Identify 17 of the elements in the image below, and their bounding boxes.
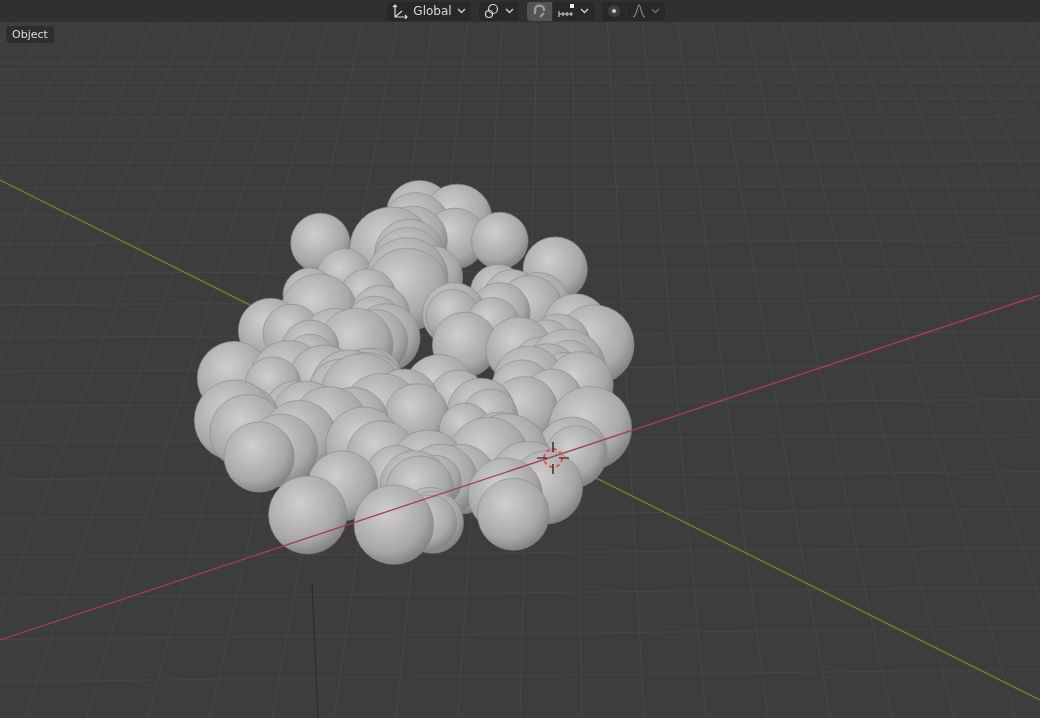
pivot-icon [483,3,500,19]
magnet-icon [531,3,547,19]
orientation-dropdown[interactable]: Global [387,1,471,21]
increment-icon [557,4,575,18]
snap-target-dropdown[interactable] [552,1,594,21]
caret-icon [456,8,466,14]
mode-label: Object [6,26,54,43]
caret-icon [650,8,660,14]
axes-icon [392,3,409,19]
caret-icon [504,8,514,14]
falloff-curve-icon [631,4,646,18]
circle-dot-icon [606,4,621,18]
pivot-dropdown[interactable] [478,1,519,21]
caret-icon [579,8,589,14]
3d-cursor-icon [536,441,570,475]
snap-toggle[interactable] [526,1,552,21]
proportional-editing-toggle[interactable] [601,1,626,21]
